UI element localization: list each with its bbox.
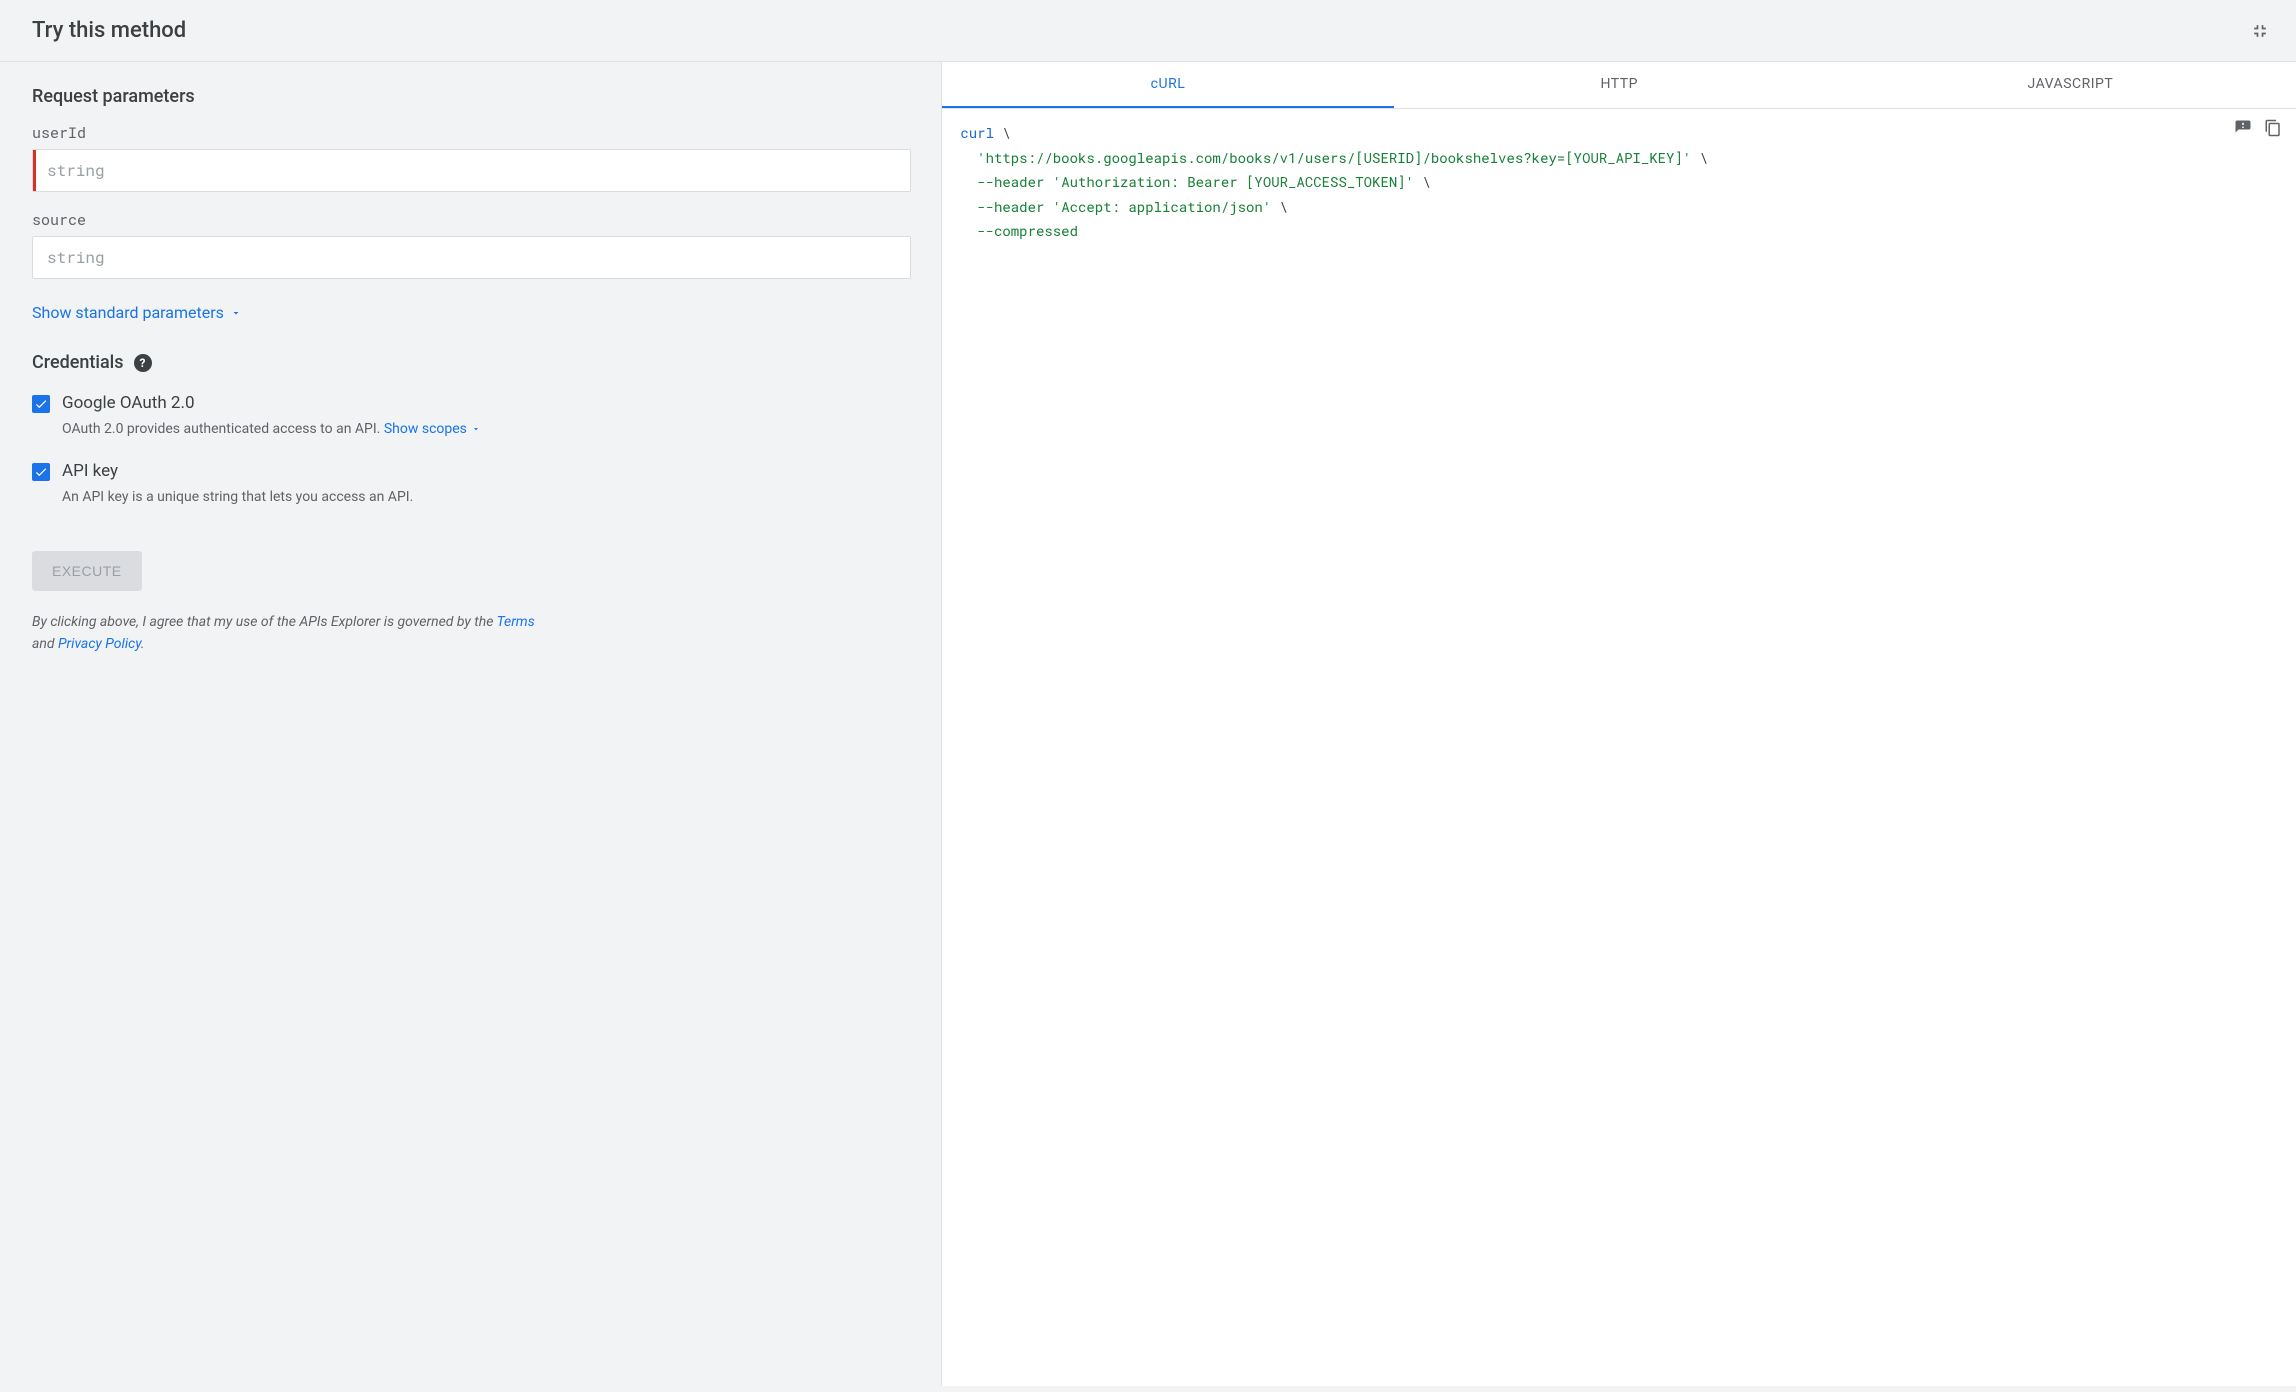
credentials-title: Credentials [32,352,124,373]
code-tabs: cURL HTTP JAVASCRIPT [942,62,2296,109]
code-token: 'https://books.googleapis.com/books/v1/u… [977,148,1691,167]
param-input-wrap-userid [32,149,911,192]
code-token: \ [1271,197,1288,216]
param-label-userid: userId [32,123,911,143]
tab-curl[interactable]: cURL [942,62,1393,108]
chevron-down-icon [230,307,242,319]
page-title: Try this method [32,18,186,43]
oauth-desc: OAuth 2.0 provides authenticated access … [62,421,911,437]
code-token: \ [1414,172,1431,191]
oauth-label: Google OAuth 2.0 [62,393,195,413]
privacy-link[interactable]: Privacy Policy [58,636,141,652]
execute-button[interactable]: EXECUTE [32,551,142,591]
code-sample: curl \ 'https://books.googleapis.com/boo… [942,109,2296,1386]
copy-icon[interactable] [2264,119,2282,137]
disclaimer-prefix: By clicking above, I agree that my use o… [32,614,497,630]
help-icon[interactable]: ? [134,354,152,372]
show-scopes-label: Show scopes [384,421,467,437]
show-standard-params-link[interactable]: Show standard parameters [32,303,242,322]
param-label-source: source [32,210,911,230]
code-token: --compressed [977,221,1078,240]
param-input-wrap-source [32,236,911,279]
header: Try this method [0,0,2296,62]
left-panel: Request parameters userId source Show st… [0,62,941,1386]
disclaimer: By clicking above, I agree that my use o… [32,611,542,656]
code-token: curl [960,123,994,142]
right-panel: cURL HTTP JAVASCRIPT curl \ 'https://boo… [941,62,2296,1386]
source-input[interactable] [33,237,910,278]
tab-javascript[interactable]: JAVASCRIPT [1845,62,2296,108]
disclaimer-and: and [32,636,58,652]
show-standard-params-label: Show standard parameters [32,303,224,322]
apikey-label: API key [62,461,118,481]
code-token: \ [1691,148,1708,167]
code-token: 'Accept: application/json' [1044,197,1271,216]
chevron-down-icon [471,424,481,434]
code-token: --header [977,197,1044,216]
request-params-title: Request parameters [32,86,911,107]
fullscreen-exit-icon[interactable] [2248,19,2272,43]
apikey-checkbox[interactable] [32,463,50,481]
code-token: 'Authorization: Bearer [YOUR_ACCESS_TOKE… [1044,172,1414,191]
userid-input[interactable] [33,150,910,191]
terms-link[interactable]: Terms [497,614,535,630]
oauth-desc-text: OAuth 2.0 provides authenticated access … [62,421,384,437]
apikey-desc: An API key is a unique string that lets … [62,489,911,505]
report-issue-icon[interactable] [2234,119,2252,137]
disclaimer-suffix: . [141,636,145,652]
show-scopes-link[interactable]: Show scopes [384,421,481,437]
code-token: --header [977,172,1044,191]
oauth-checkbox[interactable] [32,395,50,413]
code-token: \ [994,123,1011,142]
tab-http[interactable]: HTTP [1394,62,1845,108]
